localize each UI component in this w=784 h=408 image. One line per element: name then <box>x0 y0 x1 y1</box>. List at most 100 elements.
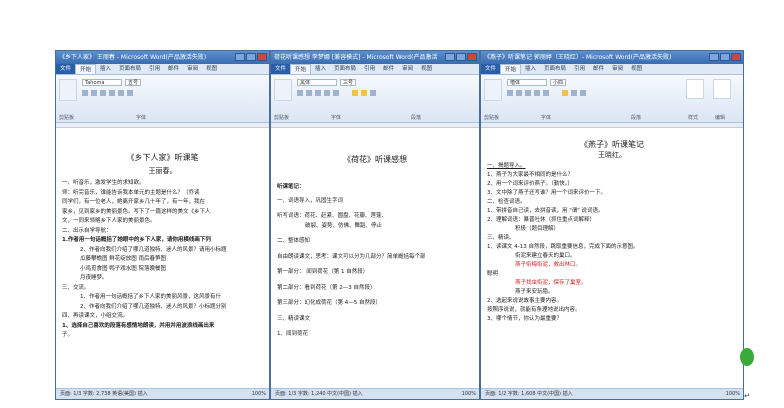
tab-references[interactable]: 引用 <box>570 64 589 74</box>
doc-line: 聪明 <box>487 271 499 277</box>
bold-icon[interactable] <box>507 90 513 96</box>
tab-review[interactable]: 审阅 <box>398 64 417 74</box>
align-left-icon[interactable] <box>562 90 568 96</box>
tab-layout[interactable]: 页面布局 <box>330 64 360 74</box>
font-name-box[interactable]: Tahoma <box>82 79 122 86</box>
ribbon: 楷体 小四 剪贴板 字体 段落 样式 编辑 <box>481 75 743 123</box>
group-clipboard: 剪贴板 <box>274 115 290 121</box>
status-bar: 页面: 1/3 字数: 2,738 英语(美国) 插入 100% <box>56 388 269 399</box>
italic-icon[interactable] <box>516 90 522 96</box>
tab-view[interactable]: 视图 <box>417 64 436 74</box>
align-right-icon[interactable] <box>370 90 376 96</box>
group-paragraph: 段落 <box>411 115 422 121</box>
word-window-1[interactable]: 《乡下人家》 王丽春 - Microsoft Word(产品激活失败) 文件 开… <box>55 50 270 400</box>
doc-line: 衔泥来建立春天的巢口。 <box>515 253 576 259</box>
doc-line: 二、出示自学导航： <box>62 227 112 234</box>
title-bar[interactable]: 《燕子》听课笔记 郭丽婷（王晓红）- Microsoft Word(产品激活失败… <box>481 51 743 64</box>
editing-icon[interactable] <box>713 79 731 99</box>
styles-gallery-icon[interactable] <box>686 79 704 99</box>
underline-icon[interactable] <box>315 90 321 96</box>
tab-file[interactable]: 文件 <box>481 64 501 74</box>
floating-assistant-icon[interactable] <box>740 348 754 366</box>
tab-file[interactable]: 文件 <box>271 64 291 74</box>
zoom-level[interactable]: 100% <box>252 389 266 399</box>
doc-line: 一、揭题导入。 <box>487 163 526 169</box>
tab-insert[interactable]: 插入 <box>311 64 330 74</box>
close-icon[interactable] <box>257 53 267 61</box>
maximize-icon[interactable] <box>456 53 466 61</box>
doc-line: 三、交流。 <box>62 284 90 291</box>
tab-home[interactable]: 开始 <box>290 64 312 74</box>
document-page[interactable]: 《燕子》听课笔记 王晓红。 一、揭题导入。 1、燕子为大家最不相同的是什么？ 2… <box>481 129 743 388</box>
font-size-box[interactable]: 五号 <box>125 79 141 86</box>
highlight-icon[interactable] <box>324 90 330 96</box>
close-icon[interactable] <box>467 53 477 61</box>
tab-layout[interactable]: 页面布局 <box>540 64 570 74</box>
font-size-box[interactable]: 小四 <box>550 79 566 86</box>
doc-line: 二、整体感知 <box>277 238 311 244</box>
maximize-icon[interactable] <box>720 53 730 61</box>
strike-icon[interactable] <box>109 90 115 96</box>
tab-review[interactable]: 审阅 <box>183 64 202 74</box>
minimize-icon[interactable] <box>235 53 245 61</box>
italic-icon[interactable] <box>306 90 312 96</box>
ruler <box>56 123 269 128</box>
tab-file[interactable]: 文件 <box>56 64 76 74</box>
paste-icon[interactable] <box>274 79 292 101</box>
tab-home[interactable]: 开始 <box>500 64 522 74</box>
doc-title: 《燕子》听课笔记 <box>580 140 644 149</box>
tab-mailings[interactable]: 邮件 <box>379 64 398 74</box>
font-color-icon[interactable] <box>127 90 133 96</box>
tab-review[interactable]: 审阅 <box>608 64 627 74</box>
title-bar[interactable]: 《乡下人家》 王丽春 - Microsoft Word(产品激活失败) <box>56 51 269 64</box>
font-color-icon[interactable] <box>333 90 339 96</box>
doc-line: 破裂、姿势、仿佛、舞蹈、停止 <box>305 222 383 229</box>
tab-references[interactable]: 引用 <box>360 64 379 74</box>
bold-icon[interactable] <box>82 90 88 96</box>
tab-view[interactable]: 视图 <box>627 64 646 74</box>
status-text: 页面: 1/3 字数: 2,738 英语(美国) 插入 <box>60 391 148 397</box>
close-icon[interactable] <box>731 53 741 61</box>
doc-line: 自由朗读课文，思考：课文可以分为几部分？简单概括每个部 <box>277 253 426 260</box>
doc-line: 2、用一个词来评价燕子。（勤快。） <box>487 181 574 187</box>
align-right-icon[interactable] <box>580 90 586 96</box>
font-name-box[interactable]: 楷体 <box>507 79 547 86</box>
tab-view[interactable]: 视图 <box>202 64 221 74</box>
title-bar[interactable]: 荷花听课感想 李梦娜 [兼容模式] - Microsoft Word(产品激活 <box>271 51 479 64</box>
align-left-icon[interactable] <box>352 90 358 96</box>
word-window-2[interactable]: 荷花听课感想 李梦娜 [兼容模式] - Microsoft Word(产品激活 … <box>270 50 480 400</box>
tab-layout[interactable]: 页面布局 <box>115 64 145 74</box>
doc-line: 2、理解词语：暴晋吐休（抓住重点词解释） <box>487 217 596 223</box>
paste-icon[interactable] <box>59 79 77 101</box>
maximize-icon[interactable] <box>246 53 256 61</box>
ribbon: Tahoma 五号 剪贴板 字体 <box>56 75 269 123</box>
doc-line: 听写词语：荷花、赶紧、圆盘、花瓣、莲蓬、 <box>277 213 388 219</box>
highlight-icon[interactable] <box>118 90 124 96</box>
font-color-icon[interactable] <box>543 90 549 96</box>
tab-home[interactable]: 开始 <box>75 64 97 74</box>
italic-icon[interactable] <box>91 90 97 96</box>
minimize-icon[interactable] <box>445 53 455 61</box>
zoom-level[interactable]: 100% <box>462 389 476 399</box>
align-center-icon[interactable] <box>361 90 367 96</box>
underline-icon[interactable] <box>100 90 106 96</box>
bold-icon[interactable] <box>297 90 303 96</box>
document-page[interactable]: 《荷花》听课感想 听课笔记： 一、词语导入，巩固生字词 听写词语：荷花、赶紧、圆… <box>271 129 479 388</box>
align-center-icon[interactable] <box>571 90 577 96</box>
underline-icon[interactable] <box>525 90 531 96</box>
tab-mailings[interactable]: 邮件 <box>589 64 608 74</box>
tab-references[interactable]: 引用 <box>145 64 164 74</box>
font-name-box[interactable]: 黑体 <box>297 79 337 86</box>
word-window-3[interactable]: 《燕子》听课笔记 郭丽婷（王晓红）- Microsoft Word(产品激活失败… <box>480 50 744 400</box>
paste-icon[interactable] <box>484 79 502 101</box>
doc-line: 三、精读课文 <box>277 315 311 322</box>
document-page[interactable]: 《乡下人家》听课笔 王丽春。 一、听音乐，激发学生的求知欲。 师：听完音乐，谁能… <box>56 129 269 388</box>
zoom-level[interactable]: 100% <box>726 389 740 399</box>
highlight-icon[interactable] <box>534 90 540 96</box>
doc-line: 四、再读课文，小组交流。 <box>62 313 129 319</box>
font-size-box[interactable]: 三号 <box>340 79 356 86</box>
tab-mailings[interactable]: 邮件 <box>164 64 183 74</box>
minimize-icon[interactable] <box>709 53 719 61</box>
tab-insert[interactable]: 插入 <box>521 64 540 74</box>
tab-insert[interactable]: 插入 <box>96 64 115 74</box>
